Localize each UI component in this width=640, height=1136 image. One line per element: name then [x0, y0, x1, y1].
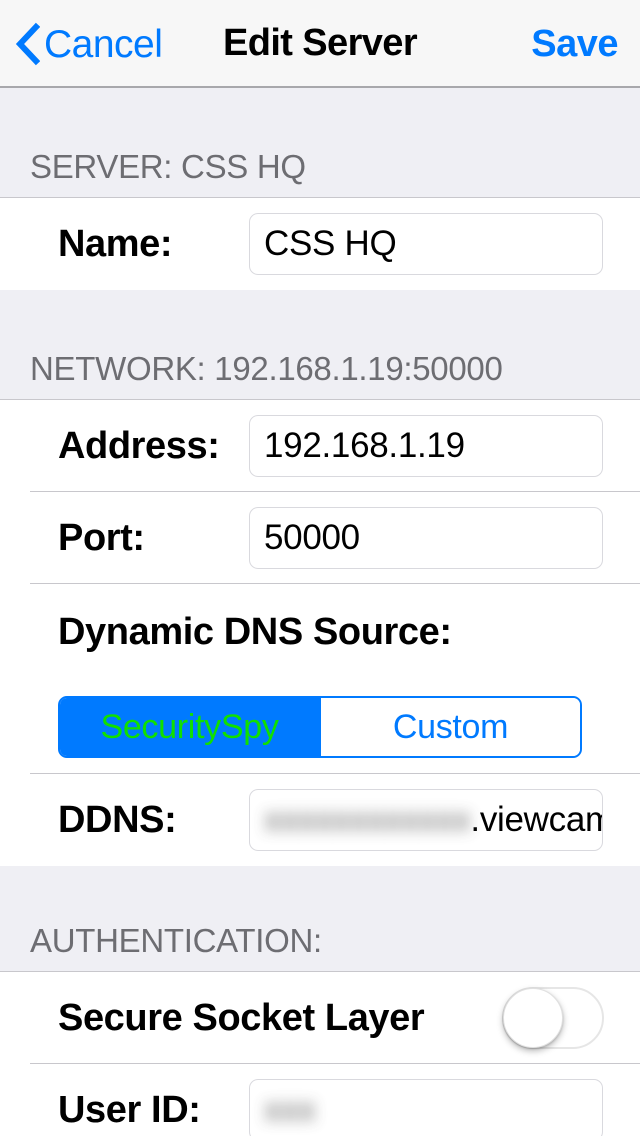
- userid-value: xxx: [264, 1090, 316, 1129]
- edit-server-screen: Cancel Edit Server Save SERVER: CSS HQ N…: [0, 0, 640, 1136]
- segment-custom-label: Custom: [392, 707, 509, 746]
- ddns-label: DDNS:: [58, 798, 177, 841]
- save-button[interactable]: Save: [531, 0, 618, 88]
- row-user-id: User ID: xxx: [0, 1064, 640, 1136]
- section-header-authentication-text: AUTHENTICATION:: [30, 922, 322, 959]
- ddns-redacted-value: xxxxxxxxxxxx: [264, 800, 471, 839]
- userid-input[interactable]: xxx: [249, 1079, 603, 1136]
- row-name: Name: CSS HQ: [0, 198, 640, 290]
- row-separator: [30, 583, 640, 584]
- ddns-visible-suffix: .viewcam....: [470, 800, 602, 839]
- section-header-network-text: NETWORK: 192.168.1.19:50000: [30, 350, 503, 387]
- port-input[interactable]: 50000: [249, 507, 603, 569]
- ssl-toggle-knob: [503, 988, 563, 1048]
- section-header-server-text: SERVER: CSS HQ: [30, 148, 306, 185]
- dns-source-label: Dynamic DNS Source:: [58, 610, 452, 653]
- port-value: 50000: [264, 518, 360, 557]
- cancel-label: Cancel: [44, 22, 163, 66]
- cancel-button[interactable]: Cancel: [14, 0, 163, 88]
- ssl-label: Secure Socket Layer: [58, 996, 425, 1039]
- row-ddns: DDNS: xxxxxxxxxxxx .viewcam....: [0, 774, 640, 866]
- name-value: CSS HQ: [264, 224, 397, 263]
- row-dns-source-label: Dynamic DNS Source:: [0, 584, 640, 680]
- segment-securityspy-label: SecuritySpy: [100, 707, 279, 746]
- port-label: Port:: [58, 516, 145, 559]
- ssl-toggle-switch[interactable]: [502, 987, 604, 1049]
- chevron-left-icon: [15, 22, 40, 66]
- row-address: Address: 192.168.1.19: [0, 400, 640, 492]
- section-header-authentication: AUTHENTICATION:: [0, 866, 640, 972]
- address-input[interactable]: 192.168.1.19: [249, 415, 603, 477]
- section-header-server: SERVER: CSS HQ: [0, 88, 640, 198]
- ddns-input[interactable]: xxxxxxxxxxxx .viewcam....: [249, 789, 603, 851]
- row-port: Port: 50000: [0, 492, 640, 584]
- address-value: 192.168.1.19: [264, 426, 465, 465]
- row-secure-socket-layer: Secure Socket Layer: [0, 972, 640, 1064]
- name-label: Name:: [58, 222, 173, 265]
- section-header-network: NETWORK: 192.168.1.19:50000: [0, 290, 640, 400]
- page-title: Edit Server: [222, 21, 418, 64]
- address-label: Address:: [58, 424, 220, 467]
- segment-custom[interactable]: Custom: [319, 698, 580, 756]
- row-dns-source-segmented: SecuritySpy Custom: [0, 680, 640, 774]
- dns-source-segmented-control[interactable]: SecuritySpy Custom: [58, 696, 582, 758]
- segment-securityspy[interactable]: SecuritySpy: [60, 698, 319, 756]
- navigation-bar: Cancel Edit Server Save: [0, 0, 640, 88]
- userid-label: User ID:: [58, 1088, 201, 1131]
- save-label: Save: [531, 22, 618, 65]
- name-input[interactable]: CSS HQ: [249, 213, 603, 275]
